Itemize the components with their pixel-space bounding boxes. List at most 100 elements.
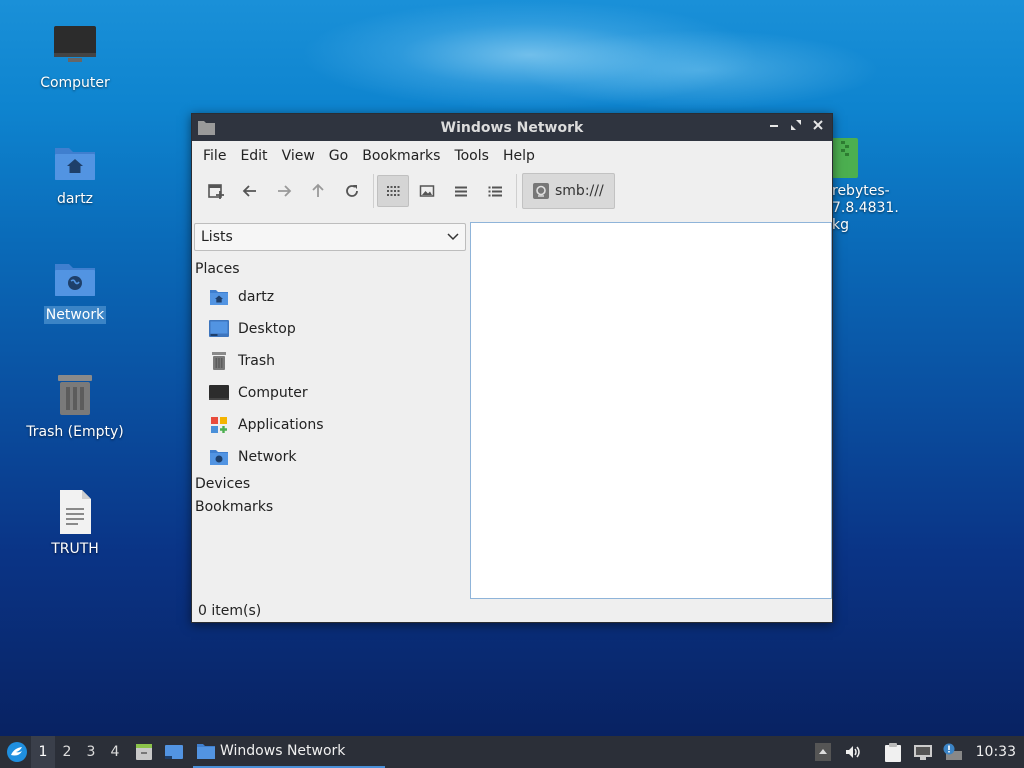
desktop-icon-computer[interactable]: Computer: [20, 22, 130, 92]
window-titlebar[interactable]: Windows Network: [192, 114, 832, 141]
network-status-button[interactable]: [912, 741, 934, 763]
arrow-right-icon: [278, 185, 292, 197]
list-detail-icon: [488, 186, 502, 197]
chevron-up-icon: [814, 743, 831, 761]
update-notification-icon: [943, 743, 962, 760]
desktop-icon-text-file[interactable]: TRUTH: [20, 488, 130, 558]
speaker-icon: [845, 746, 860, 758]
sidebar-item-label: Desktop: [238, 321, 296, 337]
sidebar-section-devices[interactable]: Devices: [193, 473, 466, 496]
file-view-area[interactable]: [470, 222, 832, 599]
quicklaunch-show-desktop[interactable]: [161, 739, 187, 765]
menu-go[interactable]: Go: [322, 141, 355, 171]
thumbnail-view-button[interactable]: [411, 175, 443, 207]
menu-file[interactable]: File: [196, 141, 233, 171]
sidebar-item-applications[interactable]: Applications: [193, 409, 466, 441]
sidebar-section-bookmarks[interactable]: Bookmarks: [193, 496, 466, 519]
start-menu-button[interactable]: [3, 738, 31, 766]
sidebar-item-computer[interactable]: Computer: [193, 377, 466, 409]
computer-icon: [51, 22, 99, 70]
back-button[interactable]: [234, 175, 266, 207]
menu-bar: File Edit View Go Bookmarks Tools Help: [192, 141, 832, 171]
menu-bookmarks[interactable]: Bookmarks: [355, 141, 447, 171]
archive-icon: [832, 138, 858, 178]
sidebar-item-network[interactable]: Network: [193, 441, 466, 473]
workspace-1[interactable]: 1: [31, 736, 55, 768]
trash-icon: [51, 371, 99, 419]
reload-button[interactable]: [336, 175, 368, 207]
workspace-4[interactable]: 4: [103, 736, 127, 768]
taskbar: 1 2 3 4 Windows Network 10:33: [0, 736, 1024, 768]
network-wired-icon: [913, 745, 932, 760]
desktop-icon-label: TRUTH: [51, 541, 99, 557]
desktop-icon-trash[interactable]: Trash (Empty): [20, 371, 130, 441]
folder-icon: [197, 744, 215, 759]
sidebar-item-label: Trash: [238, 353, 275, 369]
sidebar-item-label: dartz: [238, 289, 275, 305]
home-folder-icon: [209, 287, 229, 307]
desktop-icon: [209, 319, 229, 339]
file-manager-window: Windows Network File Edit View Go Bookma…: [191, 113, 833, 623]
new-tab-icon: [208, 184, 224, 199]
desktop-icon-home[interactable]: dartz: [20, 138, 130, 208]
up-button[interactable]: [302, 175, 334, 207]
clipboard-button[interactable]: [882, 741, 904, 763]
toolbar-separator: [373, 174, 374, 208]
sidebar-mode-select[interactable]: Lists: [194, 223, 466, 251]
menu-view[interactable]: View: [275, 141, 322, 171]
tray-expand-button[interactable]: [812, 741, 834, 763]
image-icon: [419, 185, 435, 197]
sidebar-item-home[interactable]: dartz: [193, 281, 466, 313]
sidebar-item-label: Applications: [238, 417, 324, 433]
home-folder-icon: [51, 138, 99, 186]
menu-tools[interactable]: Tools: [447, 141, 496, 171]
updates-button[interactable]: [942, 741, 964, 763]
wallpaper-highlight-secondary: [520, 30, 880, 110]
clipboard-icon: [884, 743, 901, 762]
minimize-button[interactable]: [764, 118, 784, 137]
text-file-icon: [51, 488, 99, 536]
clock[interactable]: 10:33: [976, 744, 1016, 760]
maximize-button[interactable]: [786, 118, 806, 137]
location-path-button[interactable]: smb:///: [522, 173, 615, 209]
desktop-file-label-line: 7.8.4831.: [832, 200, 899, 216]
taskbar-window-label: Windows Network: [220, 743, 346, 759]
volume-button[interactable]: [842, 741, 864, 763]
network-drive-icon: [533, 183, 549, 199]
window-title: Windows Network: [440, 119, 584, 136]
toolbar-separator: [516, 174, 517, 208]
sidebar: Lists Places dartz Desktop Trash Compute…: [193, 221, 466, 593]
location-path-label: smb:///: [555, 183, 604, 199]
desktop-icon-label: Computer: [40, 75, 110, 91]
quicklaunch-file-manager[interactable]: [131, 739, 157, 765]
sidebar-item-desktop[interactable]: Desktop: [193, 313, 466, 345]
menu-edit[interactable]: Edit: [233, 141, 274, 171]
toolbar: smb:///: [192, 171, 832, 211]
icon-view-button[interactable]: [377, 175, 409, 207]
reload-icon: [346, 185, 358, 197]
close-button[interactable]: [808, 118, 828, 137]
desktop-icon-network[interactable]: Network: [20, 254, 130, 324]
detail-view-button[interactable]: [479, 175, 511, 207]
desktop-icon-label: dartz: [56, 191, 94, 207]
compact-view-button[interactable]: [445, 175, 477, 207]
new-tab-button[interactable]: [200, 175, 232, 207]
trash-icon: [209, 351, 229, 371]
close-icon: [813, 120, 823, 130]
menu-help[interactable]: Help: [496, 141, 542, 171]
chevron-down-icon: [447, 233, 459, 241]
sidebar-mode-label: Lists: [201, 229, 233, 245]
sidebar-item-trash[interactable]: Trash: [193, 345, 466, 377]
forward-button[interactable]: [268, 175, 300, 207]
desktop-file-label-line: rebytes-: [832, 183, 890, 199]
sidebar-section-places[interactable]: Places: [193, 258, 466, 281]
taskbar-window-button[interactable]: Windows Network: [193, 736, 385, 768]
workspace-3[interactable]: 3: [79, 736, 103, 768]
file-cabinet-icon: [136, 744, 152, 760]
workspace-2[interactable]: 2: [55, 736, 79, 768]
desktop-icon-package-partial[interactable]: rebytes- 7.8.4831. kg: [832, 138, 899, 234]
system-tray: 10:33: [808, 736, 1024, 768]
arrow-left-icon: [242, 185, 256, 197]
network-folder-icon: [51, 254, 99, 302]
location-bar-empty[interactable]: [615, 173, 832, 209]
